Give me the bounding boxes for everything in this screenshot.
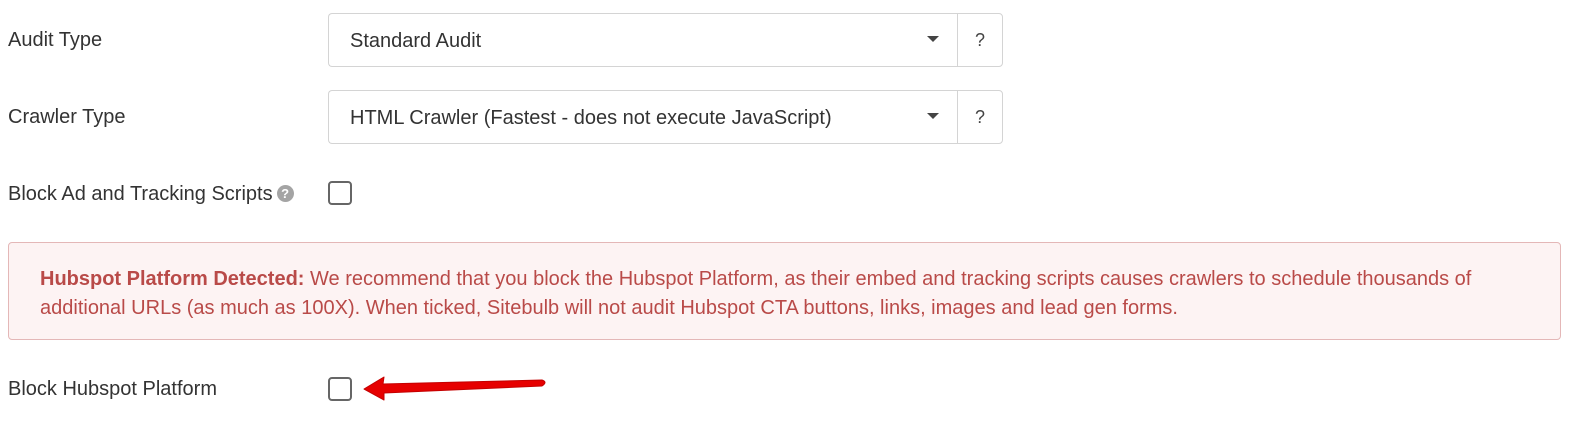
crawler-type-label: Crawler Type (8, 106, 126, 128)
red-arrow-icon (363, 376, 546, 401)
crawler-type-select-group: HTML Crawler (Fastest - does not execute… (328, 90, 1003, 146)
crawler-type-help-button[interactable]: ? (957, 90, 1003, 144)
block-ad-tracking-label: Block Ad and Tracking Scripts? (8, 183, 294, 206)
caret-down-icon (927, 36, 939, 42)
block-hubspot-checkbox[interactable] (328, 377, 352, 401)
hubspot-detected-alert: Hubspot Platform Detected: We recommend … (8, 242, 1561, 340)
audit-type-help-button[interactable]: ? (957, 13, 1003, 67)
block-hubspot-label: Block Hubspot Platform (8, 378, 217, 400)
question-circle-icon[interactable]: ? (276, 185, 294, 202)
audit-type-select[interactable]: Standard Audit (328, 13, 957, 67)
block-ad-tracking-label-text: Block Ad and Tracking Scripts (8, 183, 273, 205)
audit-type-selected-value: Standard Audit (350, 30, 482, 52)
audit-type-label: Audit Type (8, 29, 103, 51)
caret-down-icon (927, 113, 939, 119)
alert-title: Hubspot Platform Detected: (40, 268, 305, 290)
crawler-type-select[interactable]: HTML Crawler (Fastest - does not execute… (328, 90, 957, 144)
crawler-type-selected-value: HTML Crawler (Fastest - does not execute… (350, 107, 832, 129)
audit-type-select-group: Standard Audit ? (328, 13, 1003, 69)
block-ad-tracking-checkbox[interactable] (328, 181, 352, 205)
